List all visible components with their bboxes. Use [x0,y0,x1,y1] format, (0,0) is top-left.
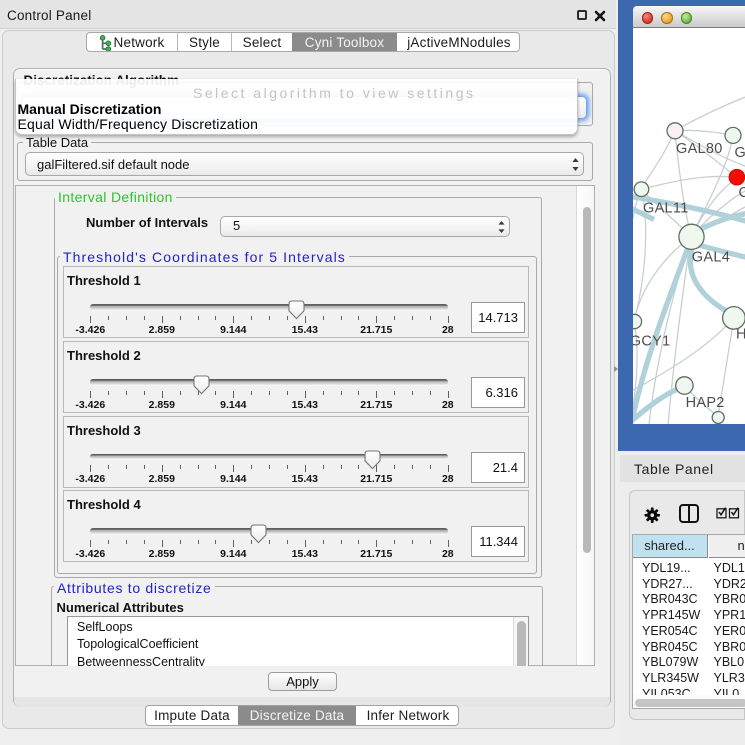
svg-text:GAL4: GAL4 [692,249,730,265]
svg-text:HAP2: HAP2 [686,394,725,410]
svg-text:C: C [739,185,745,201]
svg-text:GAL80: GAL80 [676,140,723,156]
svg-text:GA: GA [735,145,745,161]
svg-text:GCY1: GCY1 [633,333,670,349]
svg-text:H: H [736,326,745,342]
svg-text:GAL11: GAL11 [643,200,689,216]
